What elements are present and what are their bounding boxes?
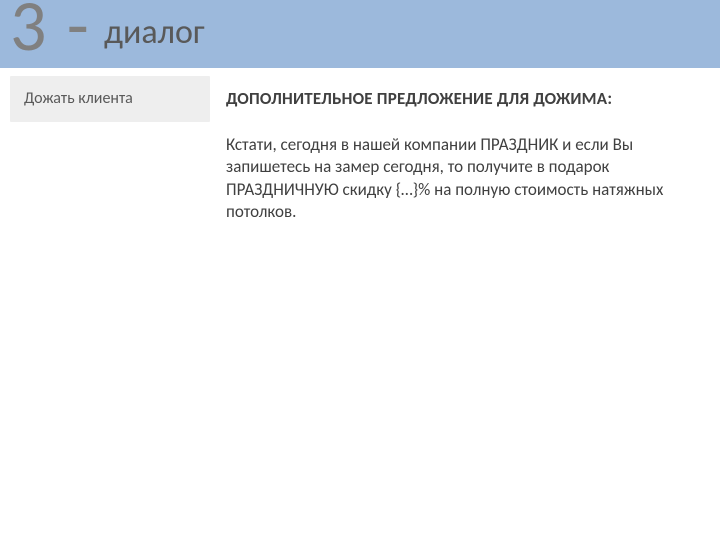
number-dash: -: [67, 0, 91, 70]
side-label: Дожать клиента: [10, 76, 210, 122]
slide: 3 - диалог Дожать клиента ДОПОЛНИТЕЛЬНОЕ…: [0, 0, 720, 540]
content-heading: ДОПОЛНИТЕЛЬНОЕ ПРЕДЛОЖЕНИЕ ДЛЯ ДОЖИМА:: [226, 88, 696, 109]
slide-title: диалог: [104, 12, 205, 53]
content-body: Кстати, сегодня в нашей компании ПРАЗДНИ…: [226, 134, 686, 224]
slide-number: 3 -: [10, 0, 91, 70]
number-digit: 3: [10, 0, 49, 70]
